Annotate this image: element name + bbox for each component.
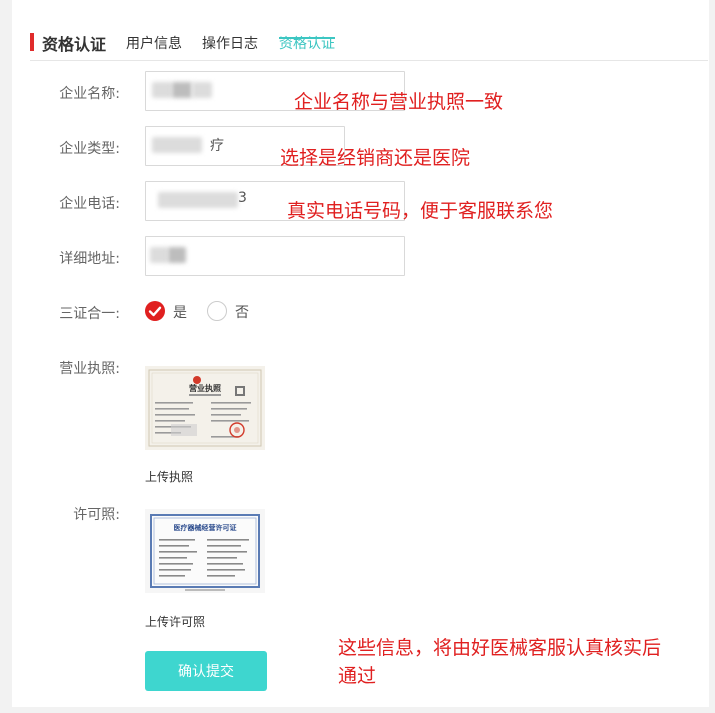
address-input[interactable] (145, 236, 405, 276)
redacted-value (158, 192, 238, 208)
company-phone-tail: 3 (238, 190, 247, 206)
business-license-image: 营业执照 (145, 366, 265, 450)
header-accent-bar (30, 33, 34, 51)
section-header: 资格认证 用户信息 操作日志 资格认证 (30, 22, 710, 62)
redacted-value (152, 82, 172, 98)
tab-qualification[interactable]: 资格认证 (279, 33, 335, 53)
redacted-value (150, 247, 168, 263)
tab-operation-log[interactable]: 操作日志 (202, 33, 258, 53)
check-icon (148, 306, 162, 317)
annotation-review-line2: 通过 (338, 665, 377, 687)
redacted-value (172, 82, 192, 98)
page-title: 资格认证 (42, 35, 107, 54)
permit-thumbnail[interactable]: 医疗器械经营许可证 (145, 509, 265, 593)
radio-yes-label: 是 (173, 305, 187, 321)
redacted-value (168, 247, 186, 263)
license-doc-title: 营业执照 (189, 383, 221, 393)
permit-doc-title: 医疗器械经营许可证 (174, 523, 237, 532)
radio-no-label: 否 (235, 305, 249, 321)
submit-button[interactable]: 确认提交 (145, 651, 267, 691)
redacted-value (152, 137, 202, 153)
annotation-company-phone: 真实电话号码，便于客服联系您 (287, 200, 554, 222)
permit-image: 医疗器械经营许可证 (145, 509, 265, 593)
frame-left-gutter (0, 0, 12, 713)
business-license-label: 营业执照: (59, 361, 120, 377)
active-tab-underline (279, 37, 335, 39)
permit-label: 许可照: (73, 507, 120, 523)
company-phone-label: 企业电话: (59, 196, 120, 212)
annotation-company-type: 选择是经销商还是医院 (280, 147, 471, 169)
company-type-label: 企业类型: (59, 141, 120, 157)
frame-bottom-gutter (0, 707, 715, 713)
tab-user-info[interactable]: 用户信息 (126, 33, 182, 53)
frame-right-gutter (709, 0, 715, 713)
business-license-thumbnail[interactable]: 营业执照 (145, 366, 265, 450)
three-in-one-label: 三证合一: (59, 306, 120, 322)
redacted-value (192, 82, 212, 98)
company-name-label: 企业名称: (59, 86, 120, 102)
annotation-company-name: 企业名称与营业执照一致 (294, 91, 504, 113)
header-divider (30, 60, 708, 61)
radio-no[interactable] (207, 301, 227, 321)
address-label: 详细地址: (59, 251, 120, 267)
annotation-review-line1: 这些信息，将由好医械客服认真核实后 (338, 637, 662, 659)
company-type-tail: 疗 (210, 138, 224, 154)
upload-license-link[interactable]: 上传执照 (145, 468, 193, 485)
upload-permit-link[interactable]: 上传许可照 (145, 613, 205, 630)
radio-yes[interactable] (145, 301, 165, 321)
